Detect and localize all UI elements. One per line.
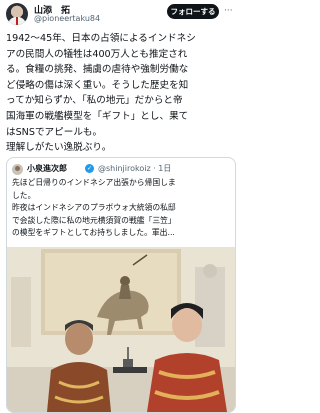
author-avatar[interactable] xyxy=(6,3,28,25)
tweet-line: アの民間人の犠牲は400万人とも推定され xyxy=(6,48,188,60)
statue-head xyxy=(203,264,217,278)
avatar-tie xyxy=(16,17,18,25)
tweet-line: 理解しがたい逸脱ぶり。 xyxy=(6,142,112,154)
tweet-line: はSNSでアピールも。 xyxy=(6,126,103,138)
candle-stand xyxy=(11,277,31,347)
quoted-line: の模型をギフトとしてお持ちしました。軍出... xyxy=(12,228,175,237)
tweet-line: 1942〜45年、日本の占領によるインドネシ xyxy=(6,33,196,44)
quoted-line: した。 xyxy=(12,190,36,200)
painting-rider-body xyxy=(119,285,131,299)
photo-illustration xyxy=(7,247,235,412)
quoted-author-handle[interactable]: @shinjirokoiz · 1日 xyxy=(98,163,171,174)
quoted-tweet-photo[interactable] xyxy=(7,247,235,412)
tweet-line: る。食糧の挑発、捕虜の虐待や強制労働な xyxy=(6,64,189,76)
tweet-line: ってか知らずか、「私の地元」だからと帝 xyxy=(6,95,183,107)
tweet-line: 国海軍の戦艦模型を「ギフト」とし、果て xyxy=(6,110,189,122)
painting-rider xyxy=(120,276,130,286)
tweet-line: ど侵略の傷は深く重い。そうした歴史を知 xyxy=(6,79,189,91)
man-right-shirt xyxy=(147,353,227,412)
quoted-author-name[interactable]: 小泉進次郎 xyxy=(27,163,67,174)
quoted-avatar-face xyxy=(15,166,20,171)
man-left-face xyxy=(65,323,93,355)
verified-badge-icon: ✓ xyxy=(85,164,94,173)
tweet-text: 1942〜45年、日本の占領によるインドネシ アの民間人の犠牲は400万人とも推… xyxy=(6,31,238,156)
more-options-icon[interactable]: ··· xyxy=(224,6,233,16)
man-right-face xyxy=(172,308,202,342)
tweet-screen: 山添 拓 @pioneertaku84 フォローする ··· 1942〜45年、… xyxy=(0,0,240,413)
quoted-line: で会談した際に私の地元横須賀の戦艦「三笠」 xyxy=(12,215,176,225)
follow-button[interactable]: フォローする xyxy=(167,4,219,19)
quoted-line: 先ほど日帰りのインドネシア出張から帰国しま xyxy=(12,178,176,187)
quoted-tweet-text: 先ほど日帰りのインドネシア出張から帰国しま した。 昨夜はインドネシアのプラボウ… xyxy=(12,177,235,240)
quoted-author-avatar[interactable] xyxy=(12,164,23,175)
quoted-line: 昨夜はインドネシアのプラボウォ大統領の私邸 xyxy=(12,203,176,212)
ship-model-deck xyxy=(123,359,133,367)
quoted-tweet-card[interactable]: 小泉進次郎 ✓ @shinjirokoiz · 1日 先ほど日帰りのインドネシア… xyxy=(6,157,236,413)
ship-model-hull xyxy=(113,367,147,373)
author-handle[interactable]: @pioneertaku84 xyxy=(34,14,100,23)
